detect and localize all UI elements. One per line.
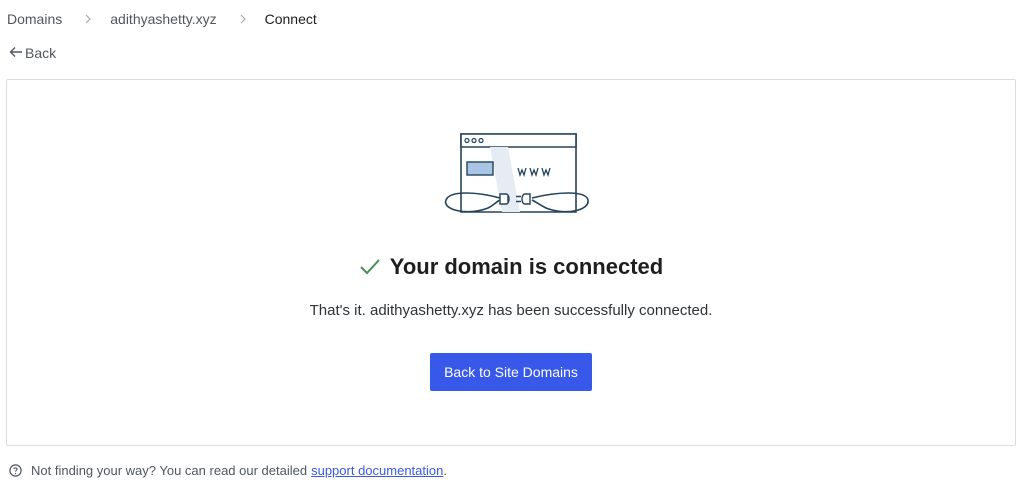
breadcrumb-domains[interactable]: Domains [7, 11, 62, 27]
breadcrumb: Domains adithyashetty.xyz Connect [7, 11, 317, 27]
status-title: Your domain is connected [7, 254, 1015, 280]
result-card: Your domain is connected That's it. adit… [6, 79, 1016, 446]
support-documentation-link[interactable]: support documentation [311, 463, 443, 478]
status-description: That's it. adithyashetty.xyz has been su… [309, 302, 713, 319]
chevron-right-icon [239, 14, 247, 24]
status-title-text: Your domain is connected [389, 254, 664, 279]
back-label: Back [25, 45, 57, 61]
help-text: Not finding your way? You can read our d… [31, 463, 308, 478]
breadcrumb-domain[interactable]: adithyashetty.xyz [110, 11, 216, 27]
back-to-site-domains-button[interactable]: Back to Site Domains [430, 353, 592, 391]
back-link[interactable]: Back [9, 45, 56, 61]
checkmark-icon [360, 259, 380, 275]
browser-plug-illustration [445, 133, 589, 213]
breadcrumb-connect: Connect [264, 11, 317, 27]
arrow-left-icon [9, 45, 25, 61]
help-footer: Not finding your way? You can read our d… [9, 463, 447, 478]
help-suffix: . [443, 463, 447, 478]
help-circle-icon [9, 464, 22, 477]
chevron-right-icon [84, 14, 92, 24]
